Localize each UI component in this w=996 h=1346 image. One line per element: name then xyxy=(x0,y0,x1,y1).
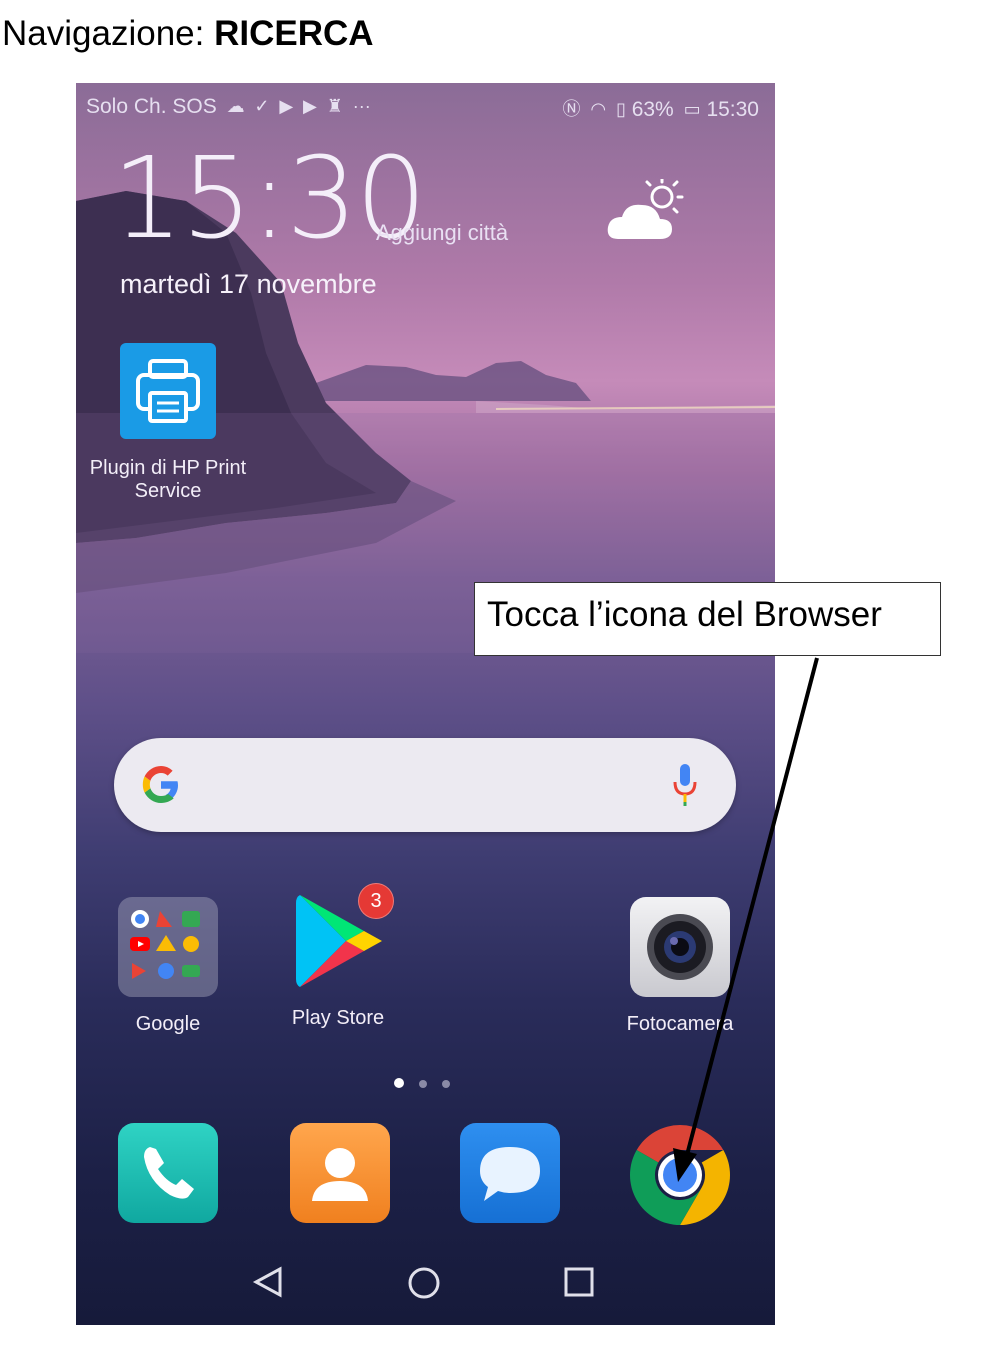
app-label: Fotocamera xyxy=(626,1013,734,1035)
download-icon: ✓ xyxy=(254,96,270,116)
app-label: Play Store xyxy=(291,1007,385,1029)
app-play-store[interactable]: 3 Play Store xyxy=(258,883,418,1030)
nfc-icon: Ⓝ xyxy=(562,99,581,119)
google-folder-icon xyxy=(118,897,218,997)
app-hp-print-plugin[interactable]: Plugin di HP Print Service xyxy=(82,343,254,503)
app-camera[interactable]: Fotocamera xyxy=(600,897,760,1036)
app-label-line2: Service xyxy=(134,480,202,502)
page-dot xyxy=(394,1078,404,1088)
title-bold: RICERCA xyxy=(214,14,374,53)
mic-icon[interactable] xyxy=(672,762,698,808)
google-search-bar[interactable] xyxy=(114,738,736,832)
battery-percent: 63% xyxy=(631,98,674,121)
carrier-label: Solo Ch. SOS xyxy=(86,95,217,118)
google-g-icon xyxy=(142,766,178,803)
battery-saver-icon: ▯ xyxy=(615,99,626,119)
document-title: Navigazione: RICERCA xyxy=(2,14,374,54)
page-dot xyxy=(442,1080,450,1088)
key-icon: ♜ xyxy=(326,96,343,116)
home-icon[interactable] xyxy=(408,1267,440,1299)
messages-icon[interactable] xyxy=(460,1123,560,1223)
phone-screen: Solo Ch. SOS ☁ ✓ ▶ ▶ ♜ ··· Ⓝ ◠ ▯ 63% ▭ 1… xyxy=(76,83,775,1325)
partly-cloudy-icon[interactable] xyxy=(604,179,694,249)
navigation-bar xyxy=(252,1266,594,1299)
status-left: Solo Ch. SOS ☁ ✓ ▶ ▶ ♜ ··· xyxy=(86,95,371,119)
callout-text: Tocca l’icona del Browser xyxy=(487,595,882,634)
status-right: Ⓝ ◠ ▯ 63% ▭ 15:30 xyxy=(559,95,759,122)
recents-icon[interactable] xyxy=(564,1267,594,1297)
printer-icon xyxy=(120,343,216,439)
phone-icon[interactable] xyxy=(118,1123,218,1223)
play-store-icon: 3 xyxy=(288,883,394,997)
instruction-callout: Tocca l’icona del Browser xyxy=(474,582,941,656)
app-label: Google xyxy=(135,1013,201,1035)
notification-badge: 3 xyxy=(358,883,394,919)
play-icon: ▶ xyxy=(303,96,317,116)
contacts-icon[interactable] xyxy=(290,1123,390,1223)
battery-icon: ▭ xyxy=(683,99,701,119)
chrome-icon[interactable] xyxy=(628,1123,732,1227)
app-label-line1: Plugin di HP Print xyxy=(89,457,247,479)
camera-icon xyxy=(630,897,730,997)
title-prefix: Navigazione: xyxy=(2,14,215,53)
status-bar: Solo Ch. SOS ☁ ✓ ▶ ▶ ♜ ··· Ⓝ ◠ ▯ 63% ▭ 1… xyxy=(86,95,759,121)
cloud-icon: ☁ xyxy=(226,96,245,116)
page-indicator xyxy=(394,1075,465,1093)
status-time: 15:30 xyxy=(706,98,759,121)
play-icon: ▶ xyxy=(279,96,294,116)
more-icon: ··· xyxy=(352,96,371,116)
lockscreen-date: martedì 17 novembre xyxy=(120,269,377,299)
app-google-folder[interactable]: Google xyxy=(88,897,248,1036)
page-dot xyxy=(419,1080,427,1088)
back-icon[interactable] xyxy=(252,1266,282,1298)
add-city-link[interactable]: Aggiungi città xyxy=(376,220,508,246)
wifi-icon: ◠ xyxy=(590,99,607,119)
